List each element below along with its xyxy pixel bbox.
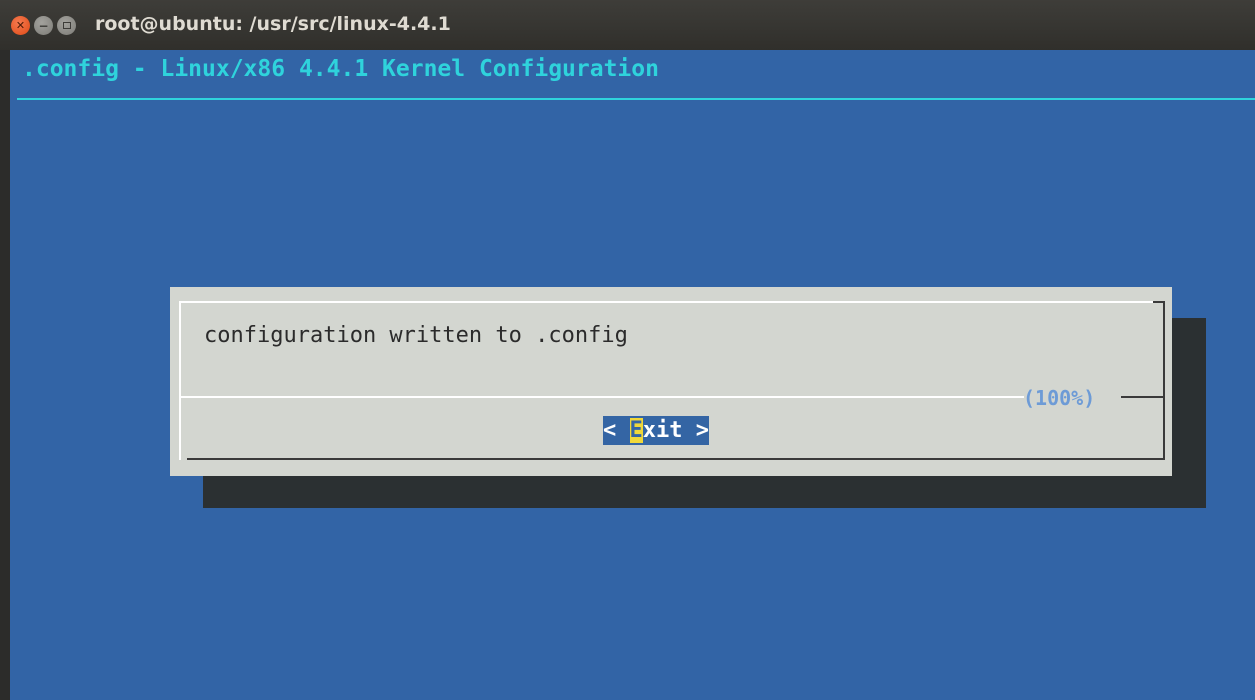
dialog-message: configuration written to .config (204, 323, 628, 348)
exit-button-label: xit (642, 418, 683, 443)
dialog-separator (181, 396, 1024, 398)
maximize-icon[interactable] (57, 16, 76, 35)
close-icon[interactable]: ✕ (11, 16, 30, 35)
progress-percent: (100%) (1023, 386, 1096, 410)
backtitle-divider (17, 98, 1255, 100)
dialog-separator-right (1121, 396, 1165, 398)
dialog-frame-bottom (187, 458, 1165, 460)
window-title: root@ubuntu: /usr/src/linux-4.4.1 (95, 13, 451, 35)
title-bar: ✕ − root@ubuntu: /usr/src/linux-4.4.1 (0, 0, 1255, 50)
exit-button-hotkey: E (629, 418, 643, 443)
terminal-edge (0, 50, 10, 700)
dialog-box (170, 287, 1172, 476)
dialog-frame-right (1163, 301, 1165, 460)
exit-button-left-bracket: < (603, 418, 630, 443)
dialog-frame-top (179, 301, 1165, 303)
minimize-icon[interactable]: − (34, 16, 53, 35)
exit-button[interactable]: < Exit > (603, 416, 709, 445)
dialog-frame-corner (1153, 301, 1163, 303)
exit-button-right-bracket: > (682, 418, 709, 443)
terminal-window: ✕ − root@ubuntu: /usr/src/linux-4.4.1 .c… (0, 0, 1255, 700)
backtitle: .config - Linux/x86 4.4.1 Kernel Configu… (22, 56, 659, 82)
dialog-frame-left (179, 301, 181, 460)
